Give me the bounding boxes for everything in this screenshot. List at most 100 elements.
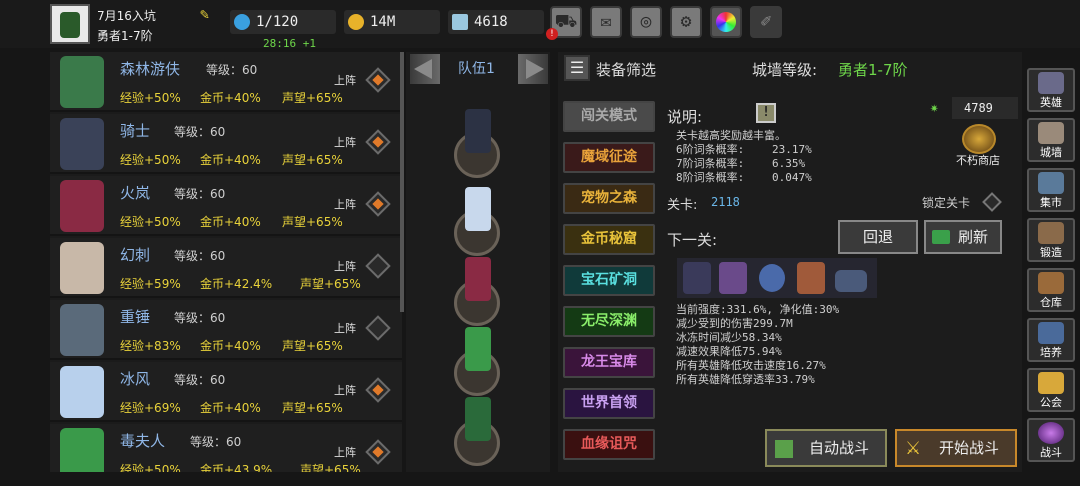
hero-rep-bonus: 声望+65% [282,153,343,167]
deploy-toggle[interactable] [365,129,391,155]
hero-gold-bonus: 金币+40% [200,91,261,105]
sidebar-wall[interactable]: 城墙 [1027,118,1075,162]
orb-enemy-icon [759,264,785,292]
hero-sprite [60,366,104,418]
deploy-toggle[interactable] [365,191,391,217]
hero-deploy-label: 上阵 [334,74,356,87]
team-slot-2[interactable] [454,187,500,256]
hero-row[interactable]: 冰风 等级：60 经验+69% 金币+40% 声望+65% 上阵 [50,362,402,422]
gamepad-icon: ◎ [640,11,652,32]
mode-gold-cave[interactable]: 金币秘窟 [563,224,655,255]
hero-row[interactable]: 森林游伕 等级：60 经验+50% 金币+40% 声望+65% 上阵 [50,52,402,112]
sidebar-market[interactable]: 集市 [1027,168,1075,212]
gold-value: 14M [370,14,396,30]
anvil-icon [1038,222,1064,244]
detail-line-3: 冰冻时间减少58.34% [676,331,782,344]
hero-exp-bonus: 经验+50% [120,91,181,105]
hero-row[interactable]: 火岚 等级：60 经验+50% 金币+40% 声望+65% 上阵 [50,176,402,236]
info-icon[interactable]: ! [756,103,776,123]
deploy-toggle[interactable] [365,253,391,279]
next-enemies [677,258,877,298]
shop-cart-button[interactable]: ⛟! [546,6,582,40]
hero-rep-bonus: 声望+65% [300,463,361,472]
deploy-toggle[interactable] [365,377,391,403]
refresh-button[interactable]: 刷新 [924,220,1002,254]
equip-filter-label[interactable]: 装备筛选 [596,59,656,80]
edit-icon[interactable]: ✎ [200,6,216,22]
market-icon [1038,172,1064,194]
auto-battle-button[interactable]: 自动战斗 [765,429,887,467]
cart-icon: ⛟ [554,11,578,32]
hero-name: 森林游伕 [120,60,181,78]
ice-mage-sprite [465,187,491,231]
hero-row[interactable]: 重锤 等级：60 经验+83% 金币+40% 声望+65% 上阵 [50,300,402,360]
mail-icon: ✉ [600,11,612,32]
mode-pet-forest[interactable]: 宠物之森 [563,183,655,214]
team-prev-arrow[interactable] [410,54,440,84]
sidebar-forge[interactable]: 锻造 [1027,218,1075,262]
mode-demon-realm[interactable]: 魔域征途 [563,142,655,173]
mode-dragon-vault[interactable]: 龙王宝库 [563,347,655,378]
hero-row[interactable]: 幻刺 等级：60 经验+59% 金币+42.4% 声望+65% 上阵 [50,238,402,298]
hero-row[interactable]: 骑士 等级：60 经验+50% 金币+40% 声望+65% 上阵 [50,114,402,174]
mode-world-boss[interactable]: 世界首领 [563,388,655,419]
hero-rep-bonus: 声望+65% [282,339,343,353]
sidebar-guild[interactable]: 公会 [1027,368,1075,412]
team-slot-1[interactable] [454,109,500,178]
hero-level: 等级：60 [190,435,242,449]
list-icon[interactable]: ☰ [564,55,590,81]
immortal-shop-icon[interactable] [962,124,996,154]
hero-row[interactable]: 毒夫人 等级：60 经验+50% 金币+43.9% 声望+65% 上阵 [50,424,402,472]
hero-deploy-label: 上阵 [334,446,356,459]
start-battle-button[interactable]: ⚔ 开始战斗 [895,429,1017,467]
hero-list-scrollbar[interactable] [400,52,404,312]
mode-gem-mine[interactable]: 宝石矿洞 [563,265,655,296]
start-battle-label: 开始战斗 [938,439,999,457]
deploy-toggle[interactable] [365,439,391,465]
hero-deploy-label: 上阵 [334,136,356,149]
hero-exp-bonus: 经验+50% [120,215,181,229]
sidebar-train[interactable]: 培养 [1027,318,1075,362]
fire-mage-sprite [465,257,491,301]
energy-value: 1/120 [256,14,299,30]
team-slot-5[interactable] [454,397,500,466]
immortal-shop-label[interactable]: 不朽商店 [956,154,1000,168]
deploy-toggle[interactable] [365,67,391,93]
knight-sprite [465,109,491,153]
feather-button[interactable]: ✐ [750,6,782,38]
gamepad-button[interactable]: ◎ [630,6,662,38]
rate-value-8: 0.047% [772,171,812,184]
crab-enemy-icon [719,262,747,294]
helmet-icon [1038,72,1064,94]
hero-gold-bonus: 金币+40% [200,339,261,353]
hero-sprite [60,56,104,108]
detail-line-4: 减速效果降低75.94% [676,345,782,358]
sidebar-hero[interactable]: 英雄 [1027,68,1075,112]
hero-rep-bonus: 声望+65% [300,277,361,291]
crystal-spider-icon: ✷ [930,100,939,116]
mode-endless-abyss[interactable]: 无尽深渊 [563,306,655,337]
team-slot-4[interactable] [454,327,500,396]
rate-label-6: 6阶词条概率: [676,143,745,156]
castle-icon [1038,122,1064,144]
team-slot-3[interactable] [454,257,500,326]
hero-list[interactable]: 森林游伕 等级：60 经验+50% 金币+40% 声望+65% 上阵 骑士 等级：60 经验+5… [50,52,402,472]
deploy-toggle[interactable] [365,315,391,341]
refresh-label: 刷新 [957,228,988,246]
mail-button[interactable]: ✉ [590,6,622,38]
color-wheel-button[interactable] [710,6,742,38]
player-avatar[interactable] [50,4,90,44]
mode-blood-curse[interactable]: 血缘诅咒 [563,429,655,460]
arrow-left-icon [414,59,432,79]
ranger-sprite [465,397,491,441]
info-line: 关卡越高奖励越丰富。 [676,129,786,142]
sidebar-warehouse[interactable]: 仓库 [1027,268,1075,312]
team-next-arrow[interactable] [518,54,548,84]
gold-coin-icon [348,14,364,30]
guild-crest-icon [1038,372,1064,394]
hero-level: 等级：60 [174,187,226,201]
mode-stage[interactable]: 闯关模式 [563,101,655,132]
sidebar-battle[interactable]: 战斗 [1027,418,1075,462]
settings-button[interactable]: ⚙ [670,6,702,38]
rollback-button[interactable]: 回退 [838,220,918,254]
